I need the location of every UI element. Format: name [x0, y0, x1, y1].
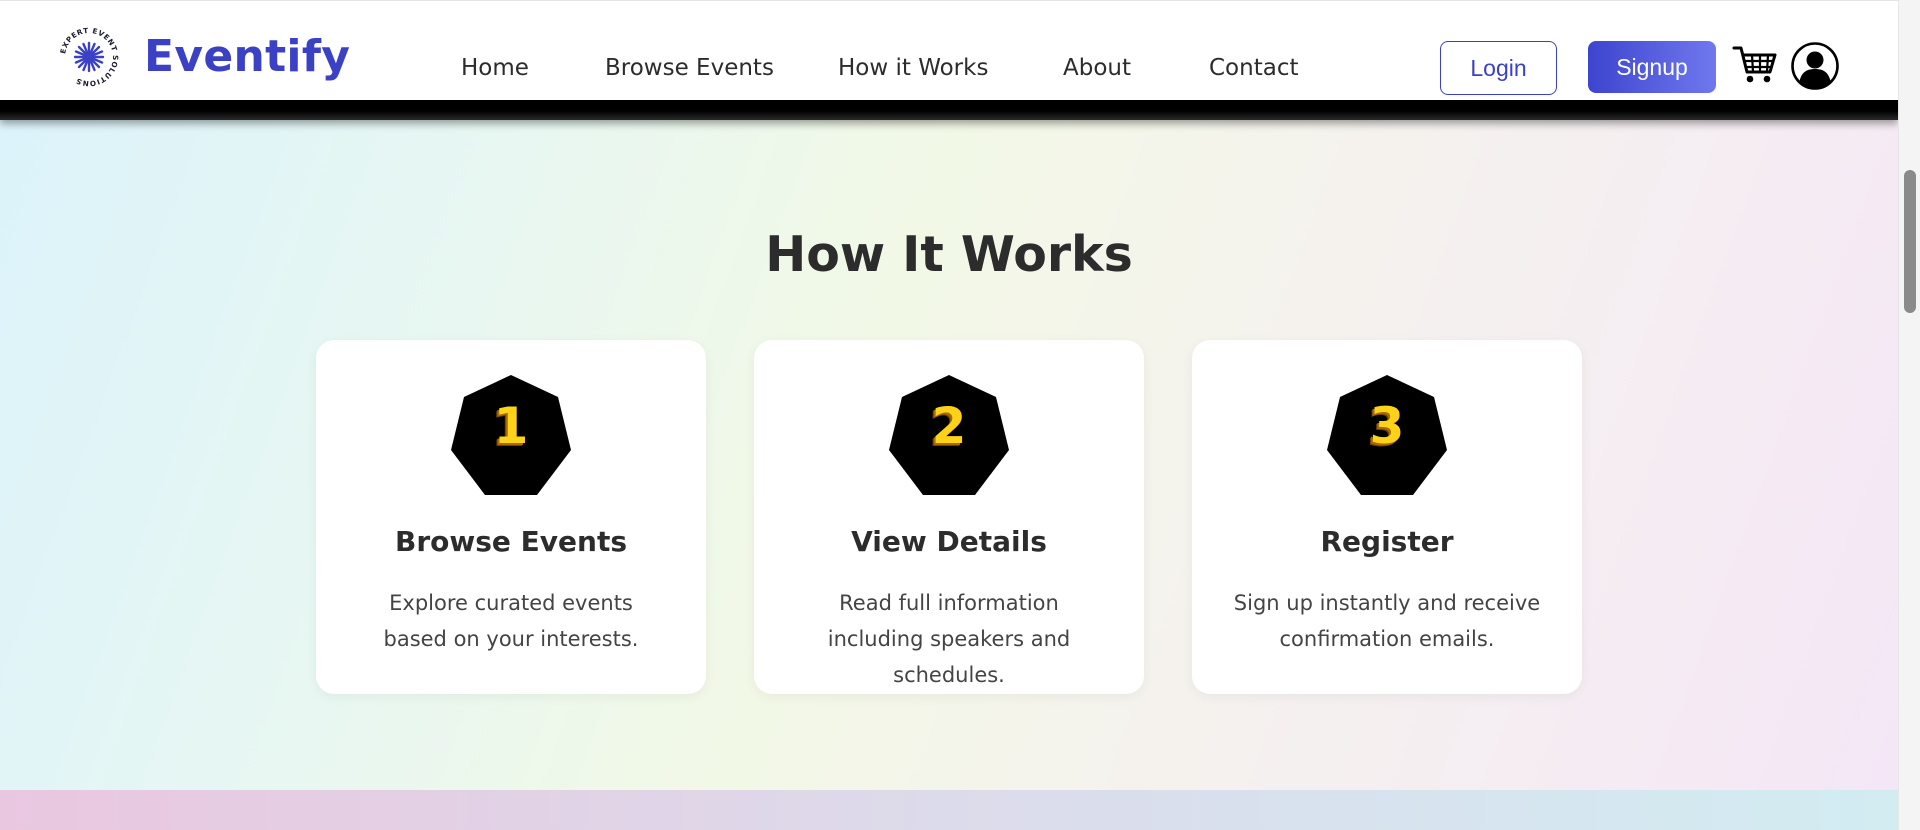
nav-how-it-works[interactable]: How it Works [838, 57, 988, 80]
step-number: 2 [931, 397, 967, 455]
navbar: EXPERT EVENT SOLUTIONS Eventify Home Bro… [0, 0, 1898, 100]
how-it-works-section: How It Works 1 Browse Events Explore cur… [0, 118, 1898, 790]
hero-image-edge [0, 100, 1898, 120]
step-badge-1: 1 [451, 375, 571, 495]
card-description: Explore curated events based on your int… [383, 591, 639, 651]
card-title: View Details [851, 525, 1047, 558]
user-circle-icon[interactable] [1790, 41, 1840, 91]
page-scrollbar[interactable] [1898, 0, 1920, 830]
login-button[interactable]: Login [1440, 41, 1557, 95]
step-badge-2: 2 [889, 375, 1009, 495]
step-number: 3 [1369, 397, 1405, 455]
signup-button[interactable]: Signup [1588, 41, 1716, 93]
section-title: How It Works [765, 226, 1133, 283]
nav-home[interactable]: Home [461, 57, 529, 80]
next-section-edge [0, 790, 1898, 830]
card-title: Browse Events [394, 525, 627, 558]
nav-contact[interactable]: Contact [1209, 57, 1298, 80]
scrollbar-thumb[interactable] [1904, 170, 1916, 313]
step-number: 1 [493, 397, 529, 455]
card-description: Read full information including speakers… [827, 591, 1071, 687]
page-viewport: EXPERT EVENT SOLUTIONS Eventify Home Bro… [0, 0, 1898, 830]
step-card-register: 3 Register Sign up instantly and receive… [1192, 340, 1582, 694]
brand-name[interactable]: Eventify [144, 35, 350, 79]
card-title: Register [1320, 525, 1454, 558]
card-description: Sign up instantly and receive confirmati… [1233, 591, 1541, 651]
step-card-browse-events: 1 Browse Events Explore curated events b… [316, 340, 706, 694]
starburst-logo-icon[interactable]: EXPERT EVENT SOLUTIONS [58, 26, 120, 88]
nav-about[interactable]: About [1063, 57, 1131, 80]
cart-icon[interactable] [1732, 43, 1778, 85]
nav-browse-events[interactable]: Browse Events [605, 57, 774, 80]
step-card-view-details: 2 View Details Read full information inc… [754, 340, 1144, 694]
step-badge-3: 3 [1327, 375, 1447, 495]
